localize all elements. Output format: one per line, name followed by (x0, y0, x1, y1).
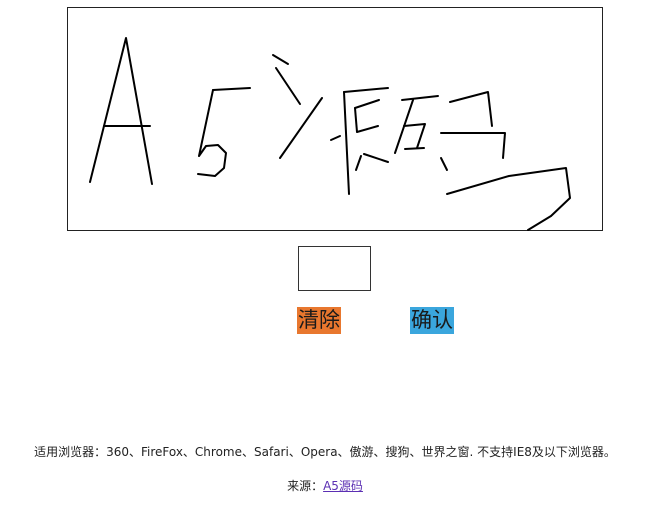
signature-canvas[interactable] (67, 7, 603, 231)
browser-support-note: 适用浏览器：360、FireFox、Chrome、Safari、Opera、傲游… (34, 445, 616, 459)
source-line: 来源：A5源码 (0, 477, 650, 494)
confirm-button[interactable]: 确认 (410, 307, 454, 334)
source-link[interactable]: A5源码 (323, 479, 363, 493)
clear-button[interactable]: 清除 (297, 307, 341, 334)
source-prefix: 来源： (287, 479, 324, 493)
handwriting-strokes (89, 37, 571, 231)
signature-preview (298, 246, 371, 291)
